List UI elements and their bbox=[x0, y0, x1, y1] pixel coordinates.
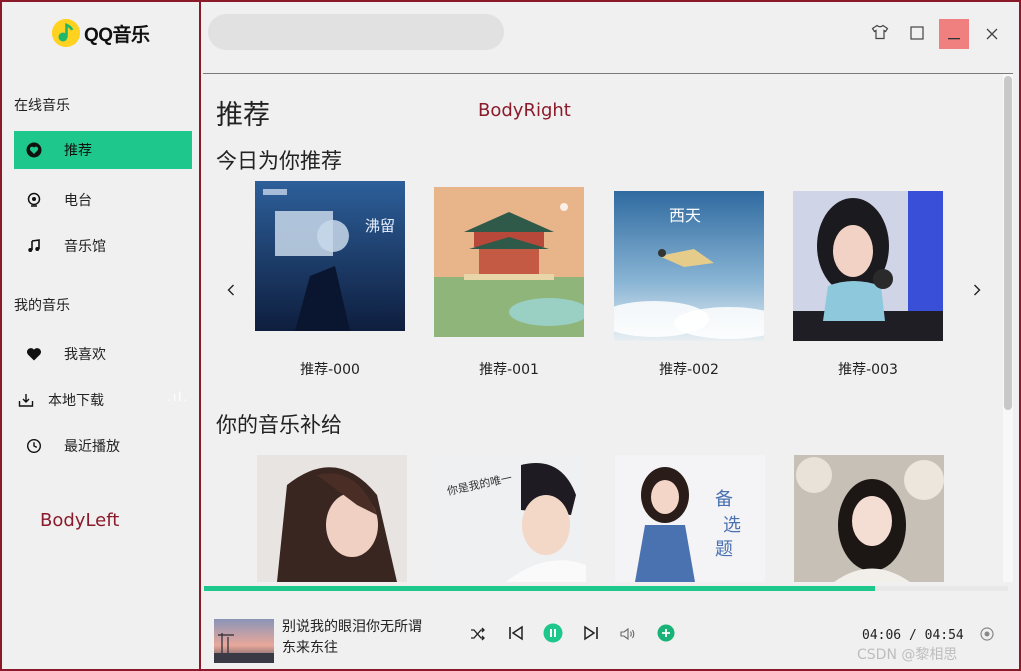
sidebar: QQ音乐 在线音乐 推荐 电台 音乐馆 我的音乐 我喜欢 本地下载 最近播放 .… bbox=[2, 2, 201, 669]
minimize-icon bbox=[948, 25, 960, 44]
close-icon bbox=[986, 25, 998, 44]
content-scrollbar[interactable] bbox=[1003, 74, 1013, 582]
cover-recommend-002[interactable]: 西天 bbox=[614, 191, 764, 341]
app-window: QQ音乐 在线音乐 推荐 电台 音乐馆 我的音乐 我喜欢 本地下载 最近播放 .… bbox=[0, 0, 1021, 671]
debug-label-bodyleft: BodyLeft bbox=[40, 510, 120, 531]
skin-button[interactable] bbox=[865, 19, 895, 49]
svg-text:题: 题 bbox=[715, 539, 733, 560]
skip-back-icon bbox=[508, 625, 524, 645]
shuffle-button[interactable] bbox=[467, 624, 489, 646]
pause-button[interactable] bbox=[542, 623, 564, 647]
song-title: 别说我的眼泪你无所谓 bbox=[282, 619, 422, 635]
cover-caption: 推荐-000 bbox=[300, 362, 360, 378]
sidebar-item-music-hall[interactable]: 音乐馆 bbox=[14, 227, 192, 265]
volume-icon bbox=[620, 626, 636, 645]
cover-supply-0[interactable] bbox=[257, 455, 407, 582]
total-time: 04:54 bbox=[924, 628, 964, 643]
section-my-music: 我的音乐 bbox=[14, 298, 70, 314]
sidebar-item-label: 音乐馆 bbox=[64, 239, 106, 255]
sidebar-item-radio[interactable]: 电台 bbox=[14, 181, 192, 219]
cover-caption: 推荐-003 bbox=[838, 362, 898, 378]
clock-icon bbox=[24, 436, 44, 456]
plus-circle-icon bbox=[657, 624, 675, 646]
shirt-icon bbox=[871, 24, 889, 44]
sidebar-item-label: 电台 bbox=[64, 193, 92, 209]
close-button[interactable] bbox=[977, 19, 1007, 49]
cover-supply-1[interactable]: 你是我的唯一 bbox=[436, 455, 586, 582]
pause-icon bbox=[543, 623, 563, 647]
now-playing-cover[interactable] bbox=[214, 619, 274, 663]
app-logo: QQ音乐 bbox=[52, 18, 150, 48]
carousel-prev-button[interactable] bbox=[221, 280, 241, 300]
playback-time: 04:06 / 04:54 bbox=[862, 628, 964, 643]
sidebar-item-label: 推荐 bbox=[64, 143, 92, 159]
cover-supply-3[interactable] bbox=[794, 455, 944, 582]
main-panel: 推荐 BodyRight 今日为你推荐 沸留 西天 推荐-000 推荐-001 … bbox=[203, 2, 1019, 669]
song-artist: 东来东往 bbox=[282, 640, 338, 656]
cover-supply-2[interactable]: 备 选 题 bbox=[615, 455, 765, 582]
app-name: QQ音乐 bbox=[84, 24, 150, 46]
next-button[interactable] bbox=[580, 624, 602, 646]
search-input[interactable] bbox=[208, 14, 504, 50]
cover-title-text: 西天 bbox=[669, 206, 701, 225]
skip-forward-icon bbox=[583, 625, 599, 645]
maximize-button[interactable] bbox=[902, 19, 932, 49]
download-icon bbox=[16, 390, 36, 410]
music-note-icon bbox=[24, 236, 44, 256]
minimize-button[interactable] bbox=[939, 19, 969, 49]
playlist-button[interactable] bbox=[976, 624, 998, 646]
sidebar-item-local-download[interactable]: 本地下载 bbox=[14, 381, 192, 419]
cover-recommend-000[interactable]: 沸留 bbox=[255, 181, 405, 331]
section-title-today: 今日为你推荐 bbox=[216, 149, 342, 173]
record-icon bbox=[980, 626, 994, 645]
qq-music-logo-icon bbox=[52, 19, 80, 47]
section-online-music: 在线音乐 bbox=[14, 98, 70, 114]
carousel-next-button[interactable] bbox=[967, 280, 987, 300]
svg-text:选: 选 bbox=[723, 515, 741, 536]
cover-recommend-001[interactable] bbox=[434, 187, 584, 337]
chevron-left-icon bbox=[227, 281, 235, 300]
cover-title-text: 沸留 bbox=[365, 217, 395, 235]
debug-label-bodyright: BodyRight bbox=[478, 100, 571, 121]
shuffle-icon bbox=[470, 626, 486, 645]
heart-icon bbox=[24, 344, 44, 364]
cover-recommend-003[interactable] bbox=[793, 191, 943, 341]
recommend-content: 推荐 BodyRight 今日为你推荐 沸留 西天 推荐-000 推荐-001 … bbox=[203, 74, 1003, 582]
section-title-music-supply: 你的音乐补给 bbox=[216, 413, 342, 437]
sidebar-item-recommend[interactable]: 推荐 bbox=[14, 131, 192, 169]
radio-icon bbox=[24, 190, 44, 210]
add-to-playlist-button[interactable] bbox=[655, 624, 677, 646]
playback-progress-bar[interactable] bbox=[204, 586, 1008, 591]
heart-circle-icon bbox=[24, 140, 44, 160]
scrollbar-thumb[interactable] bbox=[1004, 76, 1012, 410]
sidebar-item-label: 最近播放 bbox=[64, 439, 120, 455]
svg-text:备: 备 bbox=[715, 489, 733, 510]
cover-caption: 推荐-001 bbox=[479, 362, 539, 378]
sidebar-item-recent[interactable]: 最近播放 bbox=[14, 427, 192, 465]
maximize-icon bbox=[910, 25, 924, 44]
sidebar-item-label: 本地下载 bbox=[48, 393, 104, 409]
progress-fill bbox=[204, 586, 875, 591]
chevron-right-icon bbox=[973, 281, 981, 300]
time-separator: / bbox=[908, 628, 917, 643]
volume-button[interactable] bbox=[617, 624, 639, 646]
stray-glyphs: .ıl. bbox=[167, 390, 190, 404]
sidebar-item-favorites[interactable]: 我喜欢 bbox=[14, 335, 192, 373]
sidebar-item-label: 我喜欢 bbox=[64, 347, 106, 363]
page-title: 推荐 bbox=[216, 100, 270, 131]
previous-button[interactable] bbox=[505, 624, 527, 646]
current-time: 04:06 bbox=[862, 628, 902, 643]
cover-caption: 推荐-002 bbox=[659, 362, 719, 378]
watermark-text: CSDN @黎相思 bbox=[857, 647, 958, 663]
